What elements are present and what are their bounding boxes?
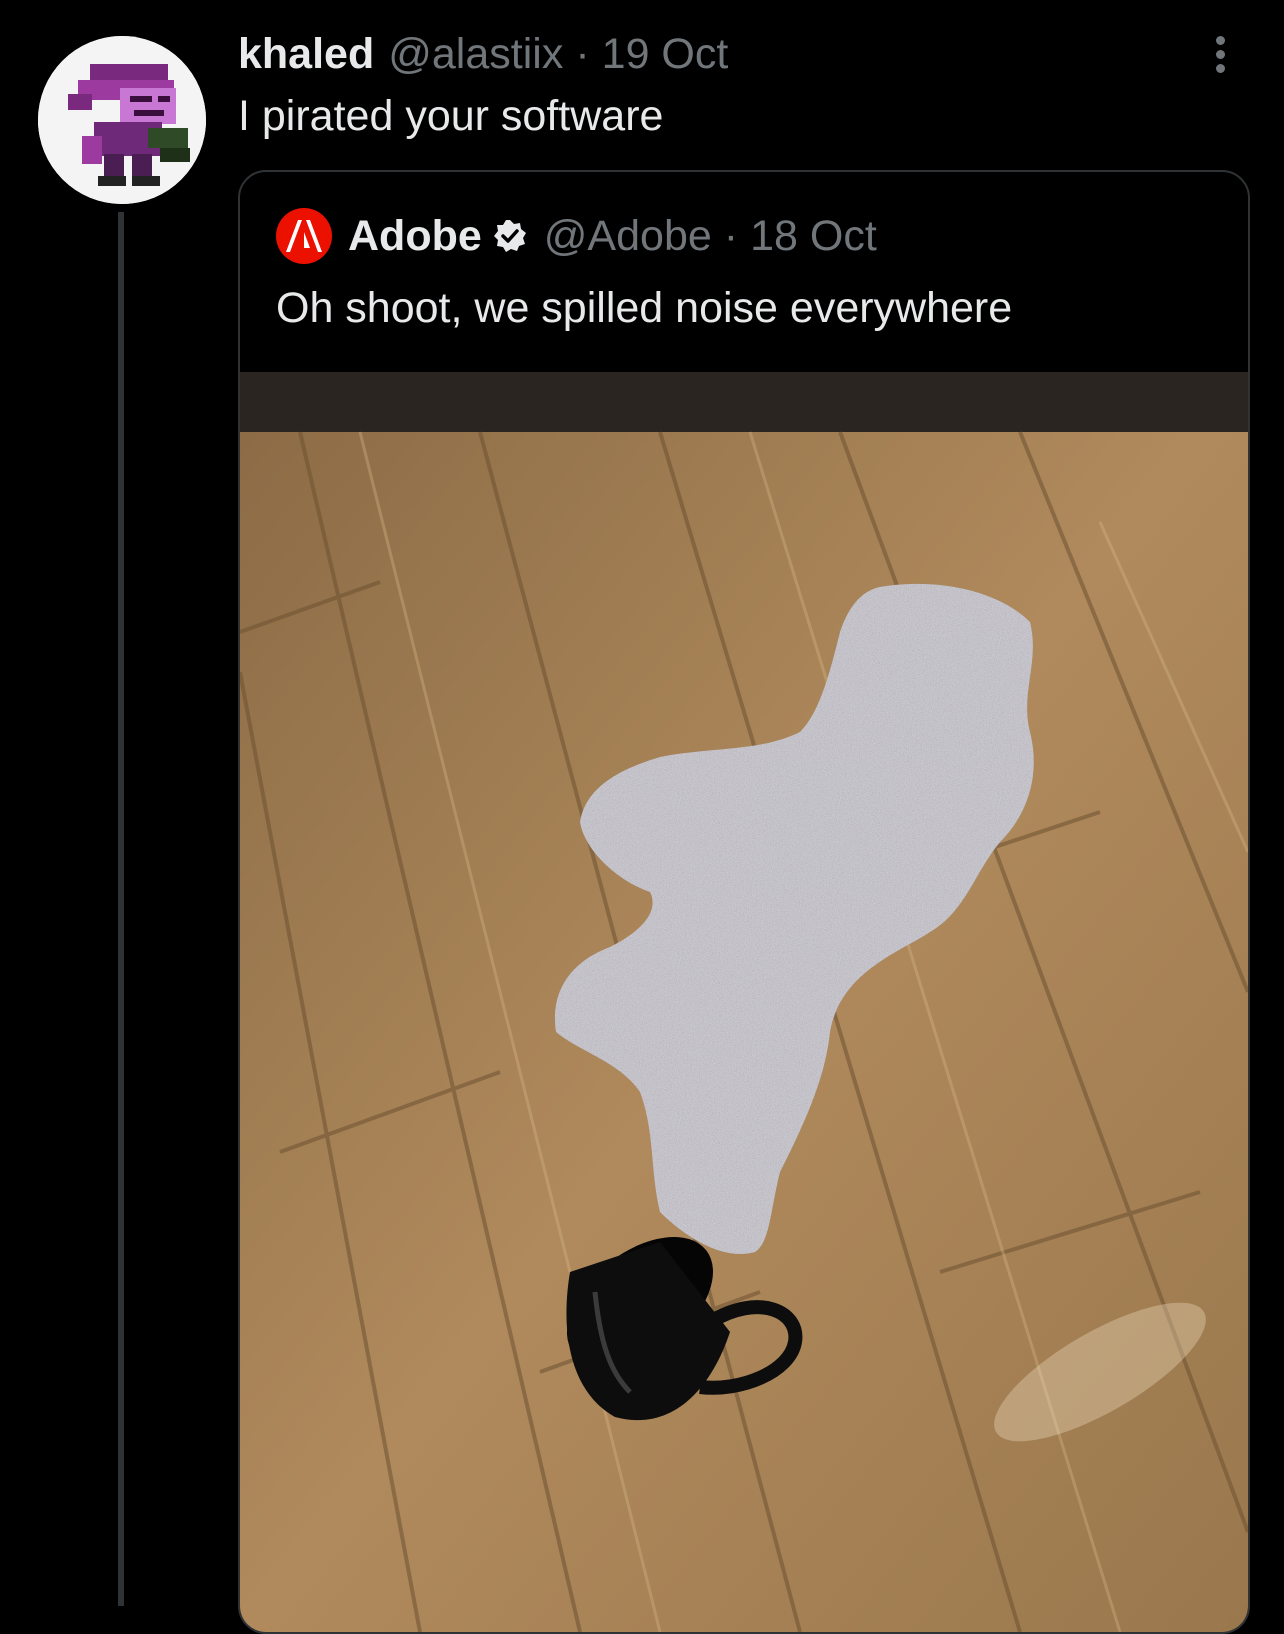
reply-date[interactable]: 19 Oct: [602, 30, 729, 79]
reply-header: khaled @alastiix · 19 Oct: [238, 30, 728, 82]
avatar[interactable]: [38, 36, 206, 204]
reply-handle[interactable]: @alastiix: [388, 30, 563, 79]
quoted-tweet-card[interactable]: Adobe @Adobe · 18 Oct Oh shoot, we spill…: [238, 170, 1250, 1634]
reply-display-name[interactable]: khaled: [238, 30, 374, 79]
reply-text: I pirated your software: [238, 92, 664, 140]
quoted-tweet-header: Adobe @Adobe · 18 Oct: [276, 208, 877, 264]
adobe-logo-icon[interactable]: [276, 208, 332, 264]
quoted-media-image[interactable]: [240, 372, 1248, 1632]
more-vertical-icon-dot-3: [1216, 64, 1225, 73]
pixel-art-character-avatar-icon: [38, 36, 206, 204]
quoted-text: Oh shoot, we spilled noise everywhere: [276, 284, 1013, 332]
more-vertical-icon-dot-2: [1216, 50, 1225, 59]
quoted-handle[interactable]: @Adobe: [544, 212, 712, 261]
more-options-button[interactable]: [1206, 32, 1236, 76]
quoted-display-name[interactable]: Adobe: [348, 212, 482, 261]
adobe-a-glyph-icon: [286, 220, 322, 252]
thread-line: [118, 212, 124, 1606]
more-vertical-icon: [1216, 36, 1225, 45]
spilled-mug-photo: [240, 372, 1248, 1632]
quoted-date[interactable]: 18 Oct: [750, 212, 877, 261]
quoted-separator: ·: [723, 211, 739, 260]
reply-separator: ·: [575, 30, 590, 78]
verified-badge-icon: [493, 220, 526, 252]
